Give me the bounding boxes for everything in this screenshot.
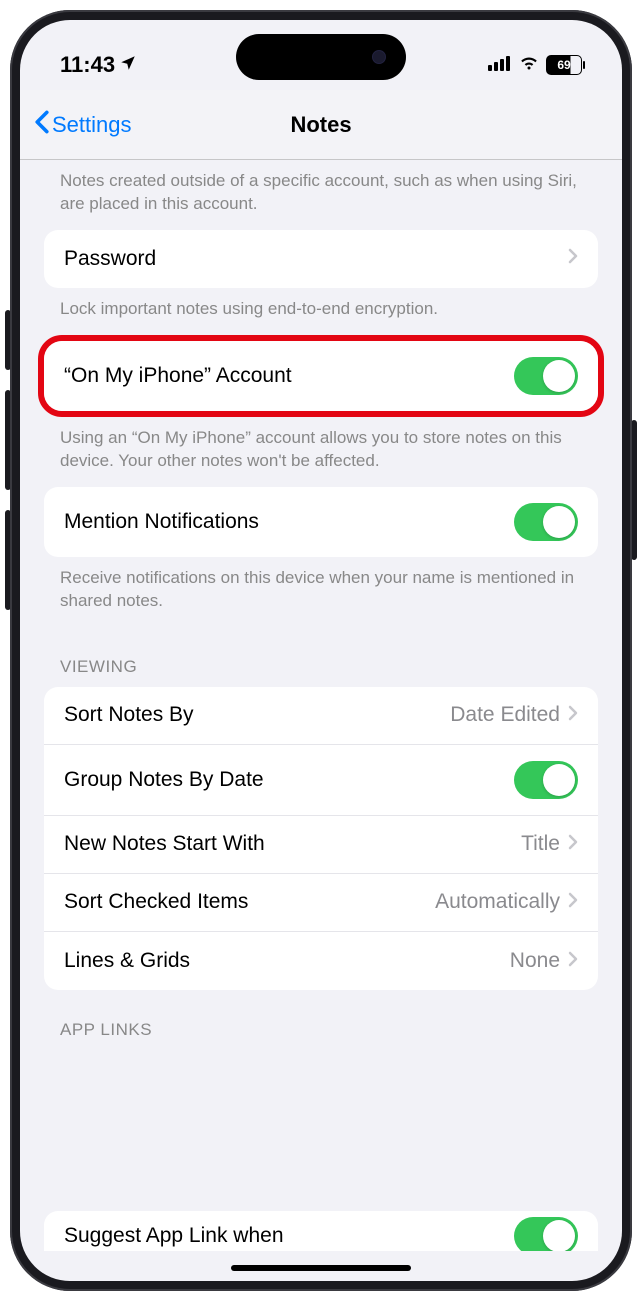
- mention-label: Mention Notifications: [64, 510, 259, 534]
- dynamic-island: [236, 34, 406, 80]
- on-my-iphone-label: “On My iPhone” Account: [64, 364, 292, 388]
- viewing-header: VIEWING: [44, 627, 598, 687]
- mention-footer: Receive notifications on this device whe…: [44, 557, 598, 627]
- status-time: 11:43: [60, 52, 115, 78]
- chevron-right-icon: [568, 890, 578, 914]
- password-row[interactable]: Password: [44, 230, 598, 288]
- wifi-icon: [518, 55, 540, 76]
- password-footer: Lock important notes using end-to-end en…: [44, 288, 598, 335]
- phone-frame: 11:43: [10, 10, 632, 1291]
- back-button[interactable]: Settings: [34, 110, 132, 140]
- nav-bar: Settings Notes: [20, 90, 622, 160]
- content[interactable]: Notes created outside of a specific acco…: [20, 160, 622, 1281]
- location-arrow-icon: [119, 54, 137, 77]
- on-my-iphone-toggle[interactable]: [514, 357, 578, 395]
- group-by-date-row[interactable]: Group Notes By Date: [44, 745, 598, 816]
- mention-notifications-row[interactable]: Mention Notifications: [44, 487, 598, 557]
- suggest-app-link-row[interactable]: Suggest App Link when: [44, 1211, 598, 1251]
- on-my-iphone-footer: Using an “On My iPhone” account allows y…: [44, 417, 598, 487]
- new-notes-start-with-row[interactable]: New Notes Start With Title: [44, 816, 598, 874]
- screen: 11:43: [20, 20, 622, 1281]
- suggest-app-link-toggle[interactable]: [514, 1217, 578, 1251]
- password-label: Password: [64, 247, 156, 271]
- lines-and-grids-row[interactable]: Lines & Grids None: [44, 932, 598, 990]
- chevron-right-icon: [568, 832, 578, 856]
- camera-dot: [372, 50, 386, 64]
- back-label: Settings: [52, 112, 132, 138]
- home-indicator[interactable]: [231, 1265, 411, 1271]
- app-links-header: APP LINKS: [44, 990, 598, 1050]
- battery-icon: 69: [546, 55, 582, 75]
- default-account-footer: Notes created outside of a specific acco…: [44, 160, 598, 230]
- chevron-right-icon: [568, 247, 578, 270]
- sort-checked-items-row[interactable]: Sort Checked Items Automatically: [44, 874, 598, 932]
- on-my-iphone-row[interactable]: “On My iPhone” Account: [44, 341, 598, 411]
- sort-notes-by-row[interactable]: Sort Notes By Date Edited: [44, 687, 598, 745]
- group-by-date-toggle[interactable]: [514, 761, 578, 799]
- highlight-callout: “On My iPhone” Account: [38, 335, 604, 417]
- mention-toggle[interactable]: [514, 503, 578, 541]
- cellular-signal-icon: [488, 55, 512, 76]
- chevron-right-icon: [568, 703, 578, 727]
- page-title: Notes: [290, 112, 351, 138]
- chevron-left-icon: [34, 110, 50, 140]
- chevron-right-icon: [568, 949, 578, 973]
